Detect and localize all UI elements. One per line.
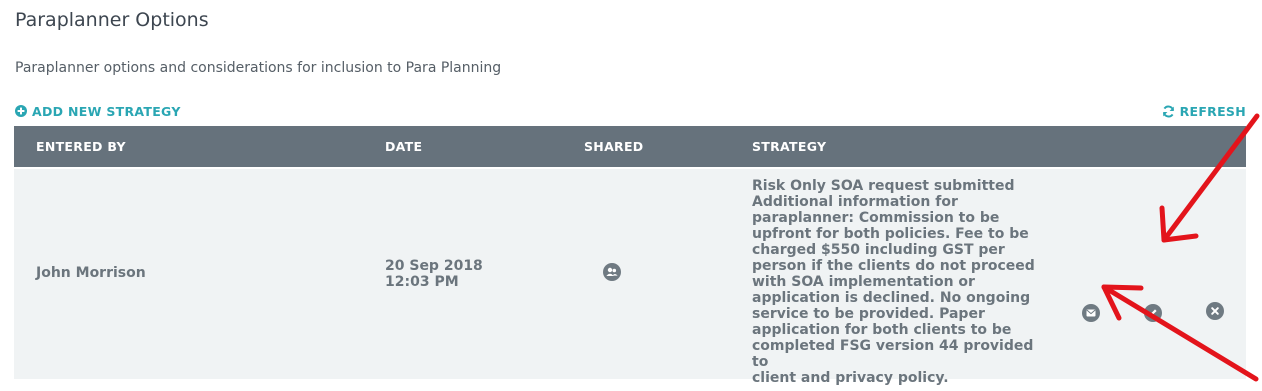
delete-icon[interactable] — [1206, 302, 1224, 320]
table-header: ENTERED BY DATE SHARED STRATEGY — [14, 126, 1246, 167]
page-title: Paraplanner Options — [15, 9, 209, 31]
time-value: 12:03 PM — [385, 274, 459, 290]
add-new-strategy-button[interactable]: ADD NEW STRATEGY — [15, 102, 181, 120]
entered-by-cell: John Morrison — [36, 265, 146, 281]
refresh-icon — [1162, 105, 1174, 117]
page-description: Paraplanner options and considerations f… — [15, 60, 502, 76]
strategy-line: completed FSG version 44 provided to — [752, 338, 1034, 370]
strategy-line: charged $550 including GST per — [752, 242, 1005, 258]
strategy-line: Risk Only SOA request submitted — [752, 178, 1015, 194]
refresh-button[interactable]: REFRESH — [1162, 102, 1246, 120]
add-new-strategy-label: ADD NEW STRATEGY — [32, 103, 181, 119]
table-row: John Morrison 20 Sep 2018 12:03 PM Risk … — [14, 167, 1246, 386]
strategy-line: paraplanner: Commission to be — [752, 210, 1000, 226]
strategy-line: application for both clients to be — [752, 322, 1012, 338]
plus-circle-icon — [15, 105, 27, 117]
edit-icon[interactable] — [1144, 304, 1162, 322]
column-header-strategy[interactable]: STRATEGY — [752, 126, 826, 167]
shared-cell — [603, 263, 621, 285]
column-header-entered-by[interactable]: ENTERED BY — [36, 126, 126, 167]
date-cell: 20 Sep 2018 12:03 PM — [385, 258, 545, 290]
strategies-table: ENTERED BY DATE SHARED STRATEGY John Mor… — [14, 126, 1246, 386]
strategy-line: person if the clients do not proceed — [752, 258, 1035, 274]
strategy-line: with SOA implementation or — [752, 274, 975, 290]
strategy-line: Additional information for — [752, 194, 958, 210]
email-icon[interactable] — [1082, 304, 1100, 322]
date-value: 20 Sep 2018 — [385, 258, 483, 274]
refresh-label: REFRESH — [1179, 103, 1246, 119]
strategy-line: upfront for both policies. Fee to be — [752, 226, 1029, 242]
strategy-line: client and privacy policy. — [752, 370, 949, 386]
shared-users-icon — [603, 263, 621, 281]
strategy-line: service to be provided. Paper — [752, 306, 985, 322]
column-header-date[interactable]: DATE — [385, 126, 422, 167]
strategy-line: application is declined. No ongoing — [752, 290, 1031, 306]
strategy-cell: Risk Only SOA request submitted Addition… — [752, 178, 1052, 386]
column-header-shared[interactable]: SHARED — [584, 126, 643, 167]
